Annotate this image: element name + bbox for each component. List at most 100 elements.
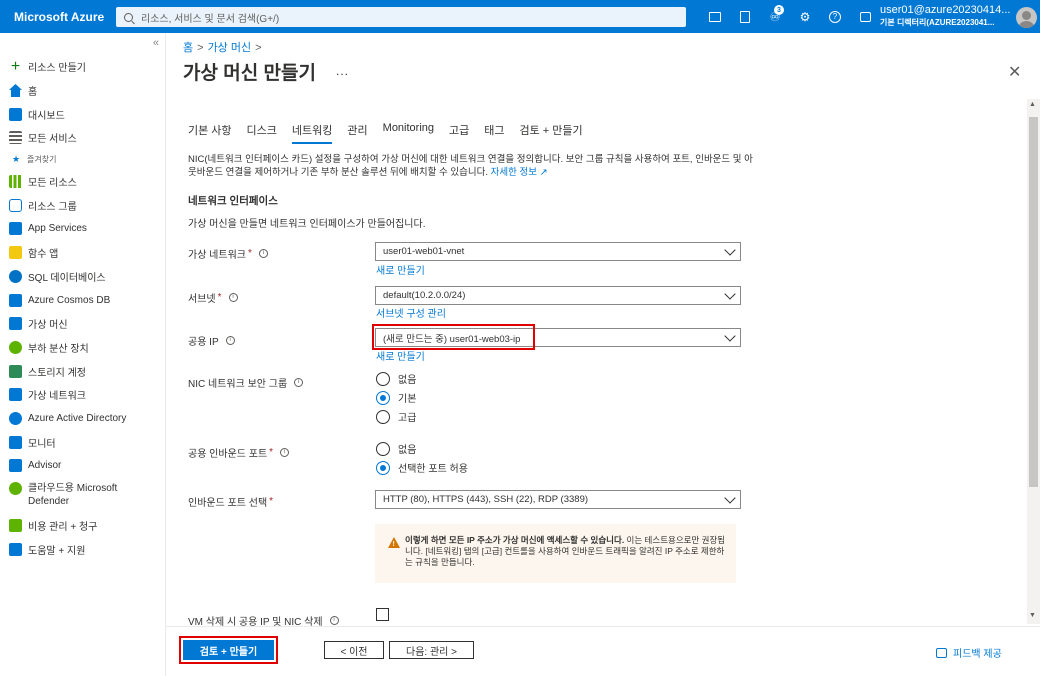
review-create-highlight-box — [179, 636, 278, 664]
sidebar-item-virtual-network[interactable]: 가상 네트워크 — [0, 383, 166, 407]
sidebar-item-grid[interactable]: 모든 리소스 — [0, 170, 166, 194]
settings-gear-icon[interactable]: ⚙ — [790, 0, 820, 33]
radio-circle-selected — [376, 460, 390, 475]
tab-5[interactable]: 고급 — [449, 122, 469, 142]
breadcrumb-virtual-machines[interactable]: 가상 머신 — [208, 42, 252, 54]
nsg-option-advanced[interactable]: 고급 — [376, 409, 416, 424]
monitor-icon — [9, 435, 22, 449]
sidebar-item-monitor[interactable]: 모니터 — [0, 430, 166, 454]
sidebar-item-label: Azure Active Directory — [28, 412, 127, 424]
sidebar-item-app-services[interactable]: App Services — [0, 217, 166, 241]
sidebar-item-active-directory[interactable]: Azure Active Directory — [0, 407, 166, 431]
subnet-select[interactable]: default(10.2.0.0/24) — [375, 286, 741, 305]
inbound-option-none[interactable]: 없음 — [376, 441, 416, 456]
delete-ip-checkbox[interactable] — [376, 608, 389, 621]
close-icon[interactable]: ✕ — [1008, 62, 1021, 82]
sidebar-item-advisor[interactable]: Advisor — [0, 454, 166, 478]
vnet-label-text: 가상 네트워크 — [188, 250, 246, 261]
nsg-option-basic[interactable]: 기본 — [376, 390, 416, 405]
sidebar-item-cost-management[interactable]: 비용 관리 + 청구 — [0, 514, 166, 538]
next-button[interactable]: 다음: 관리 > — [389, 641, 474, 659]
feedback-link[interactable]: 피드백 제공 — [936, 645, 1002, 660]
public-ip-highlight-box — [372, 324, 535, 350]
scroll-thumb[interactable] — [1029, 117, 1038, 487]
sidebar-item-virtual-machine[interactable]: 가상 머신 — [0, 312, 166, 336]
sidebar-item-label: 모든 리소스 — [28, 178, 77, 190]
app-services-icon — [9, 222, 22, 236]
defender-icon — [9, 481, 22, 495]
subnet-label-text: 서브넷 — [188, 294, 216, 305]
sidebar-item-home[interactable]: 홈 — [0, 79, 166, 103]
public-ip-create-new-link[interactable]: 새로 만들기 — [376, 348, 425, 363]
subnet-value: default(10.2.0.0/24) — [383, 290, 466, 301]
cloud-shell-icon[interactable] — [700, 0, 730, 33]
avatar[interactable] — [1016, 7, 1037, 28]
vnet-create-new-link[interactable]: 새로 만들기 — [376, 262, 425, 277]
select-ports-value: HTTP (80), HTTPS (443), SSH (22), RDP (3… — [383, 494, 589, 505]
info-icon[interactable]: i — [294, 378, 304, 387]
tab-6[interactable]: 태그 — [484, 122, 504, 142]
tab-4[interactable]: Monitoring — [383, 122, 434, 142]
warning-icon — [388, 537, 400, 550]
subnet-manage-link[interactable]: 서브넷 구성 관리 — [376, 305, 446, 320]
info-icon[interactable]: i — [225, 336, 235, 345]
select-ports-label: 인바운드 포트 선택 * — [188, 496, 274, 509]
sidebar-item-sql-database[interactable]: SQL 데이터베이스 — [0, 265, 166, 289]
vnet-select[interactable]: user01-web01-vnet — [375, 242, 741, 261]
chevron-down-icon — [724, 288, 736, 300]
sidebar-item-storage-account[interactable]: 스토리지 계정 — [0, 359, 166, 383]
inbound-ports-label-text: 공용 인바운드 포트 — [188, 449, 268, 460]
storage-account-icon — [9, 364, 22, 378]
sidebar-item-plus[interactable]: + 리소스 만들기 — [0, 55, 166, 79]
info-icon[interactable]: i — [329, 616, 339, 625]
cost-management-icon — [9, 519, 22, 533]
more-options-icon[interactable]: ... — [336, 64, 349, 78]
sidebar-item-dashboard[interactable]: 대시보드 — [0, 102, 166, 126]
inbound-option-allow-selected[interactable]: 선택한 포트 허용 — [376, 460, 468, 475]
page-title: 가상 머신 만들기 — [183, 63, 316, 84]
learn-more-link[interactable]: 자세한 정보 ↗ — [491, 167, 548, 178]
scroll-up-icon[interactable]: ▲ — [1029, 101, 1036, 108]
sidebar-item-defender[interactable]: 클라우드용 Microsoft Defender — [0, 478, 166, 514]
sidebar-item-label: 가상 머신 — [28, 320, 68, 332]
cosmos-db-icon — [9, 293, 22, 307]
breadcrumb-home[interactable]: 홈 — [183, 42, 193, 54]
sidebar-item-cosmos-db[interactable]: Azure Cosmos DB — [0, 288, 166, 312]
nsg-option-none[interactable]: 없음 — [376, 371, 416, 386]
sidebar-item-help-support[interactable]: 도움말 + 지원 — [0, 537, 166, 561]
tab-2[interactable]: 네트워킹 — [291, 122, 333, 144]
select-ports-dropdown[interactable]: HTTP (80), HTTPS (443), SSH (22), RDP (3… — [375, 490, 741, 509]
help-icon[interactable]: ? — [820, 0, 850, 33]
radio-circle-selected — [376, 390, 390, 405]
search-placeholder: 리소스, 서비스 및 문서 검색(G+/) — [141, 13, 280, 25]
scroll-down-icon[interactable]: ▼ — [1029, 612, 1036, 619]
sidebar-item-resource-group[interactable]: 리소스 그룹 — [0, 193, 166, 217]
tab-0[interactable]: 기본 사항 — [188, 122, 232, 142]
radio-circle — [376, 441, 390, 456]
info-icon[interactable]: i — [280, 448, 290, 457]
directory-filter-icon[interactable] — [730, 0, 760, 33]
sidebar-item-label: 리소스 만들기 — [28, 63, 86, 75]
sidebar-item-label: 홈 — [28, 87, 38, 99]
notifications-icon[interactable]: ♾ 3 — [760, 0, 790, 33]
tab-3[interactable]: 관리 — [347, 122, 367, 142]
list-icon — [9, 131, 22, 145]
tab-7[interactable]: 검토 + 만들기 — [520, 122, 583, 142]
info-icon[interactable]: i — [228, 293, 238, 302]
wizard-tabs: 기본 사항 디스크 네트워킹 관리 Monitoring 고급 태그 검토 + 만들기 — [188, 122, 598, 144]
collapse-sidebar-icon[interactable]: « — [153, 37, 159, 49]
search-icon — [124, 12, 133, 22]
previous-button[interactable]: < 이전 — [324, 641, 384, 659]
left-nav: « + 리소스 만들기 홈 대시보드 모든 서비스 ★ 즐겨찾기 모든 리소스 리소스 그룹 Ap… — [0, 33, 166, 676]
sidebar-item-label: 리소스 그룹 — [28, 201, 77, 213]
sidebar-item-list[interactable]: 모든 서비스 — [0, 126, 166, 150]
account-menu[interactable]: user01@azure20230414... 기본 디렉터리(AZURE202… — [880, 4, 1020, 28]
info-icon[interactable]: i — [258, 249, 268, 258]
sidebar-item-load-balancer[interactable]: 부하 분산 장치 — [0, 336, 166, 360]
tab-1[interactable]: 디스크 — [247, 122, 277, 142]
feedback-icon[interactable] — [850, 0, 880, 33]
global-search-input[interactable]: 리소스, 서비스 및 문서 검색(G+/) — [116, 7, 686, 27]
sidebar-item-function-app[interactable]: 함수 앱 — [0, 241, 166, 265]
sidebar-item-label: 부하 분산 장치 — [28, 343, 89, 355]
brand-logo[interactable]: Microsoft Azure — [0, 10, 110, 24]
